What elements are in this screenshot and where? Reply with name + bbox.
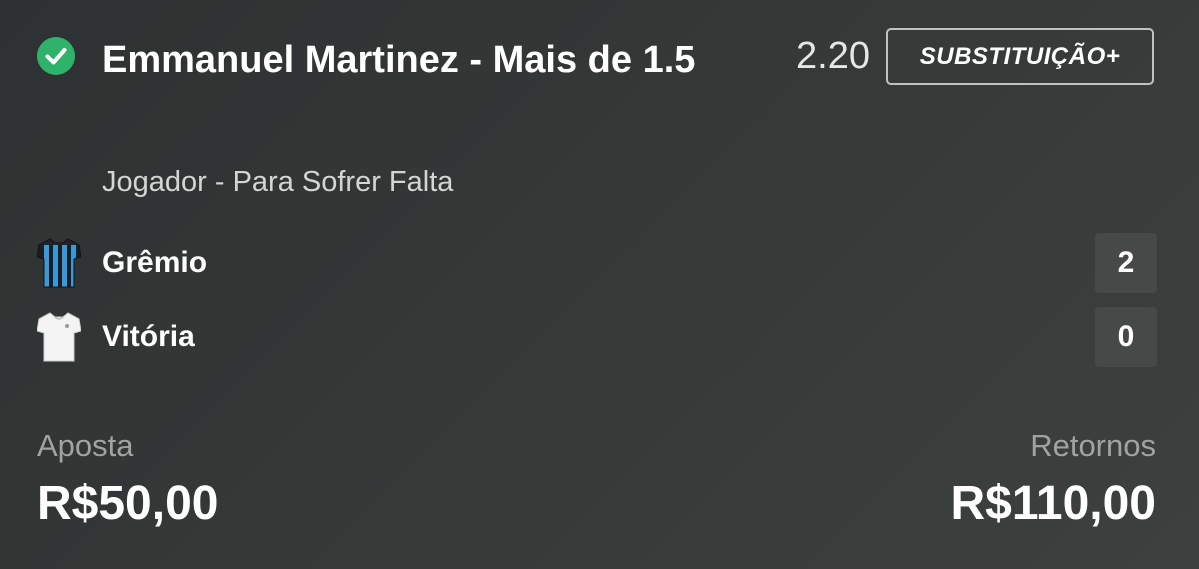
team-row-home: Grêmio 2	[37, 233, 1157, 293]
team-row-away: Vitória 0	[37, 307, 1157, 367]
market-name: Jogador - Para Sofrer Falta	[102, 166, 454, 198]
returns-label: Retornos	[1030, 428, 1156, 463]
selection-title: Emmanuel Martinez - Mais de 1.5	[102, 39, 696, 81]
score-away: 0	[1095, 307, 1157, 367]
team-name-home: Grêmio	[102, 246, 208, 279]
white-shirt-icon	[37, 312, 81, 362]
stake-value: R$50,00	[37, 477, 219, 530]
returns-value: R$110,00	[950, 477, 1156, 530]
team-name-away: Vitória	[102, 320, 195, 353]
odds-value: 2.20	[796, 35, 870, 77]
score-home: 2	[1095, 233, 1157, 293]
check-circle-icon	[37, 37, 75, 75]
striped-shirt-icon	[37, 238, 81, 288]
stake-label: Aposta	[37, 428, 134, 463]
substitution-button[interactable]: SUBSTITUIÇÃO+	[886, 28, 1154, 85]
